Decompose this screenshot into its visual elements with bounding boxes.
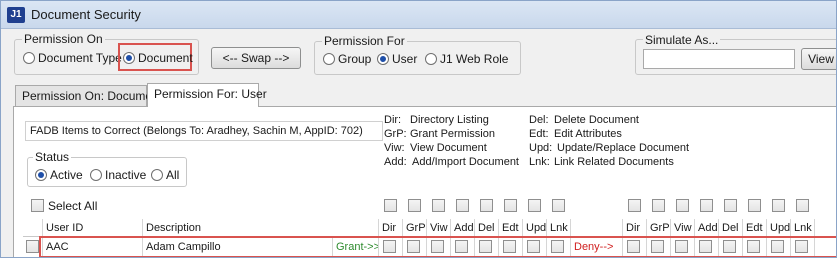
header-grant-viw: Viw bbox=[427, 219, 451, 237]
abbr-code: Add: bbox=[384, 156, 407, 168]
abbr-text: Add/Import Document bbox=[412, 156, 519, 168]
abbr-text: Edit Attributes bbox=[554, 128, 622, 140]
row-highlight bbox=[39, 236, 836, 257]
select-all-deny-dir-checkbox[interactable] bbox=[628, 199, 641, 212]
abbr-text: Directory Listing bbox=[410, 114, 489, 126]
select-all-deny-viw-checkbox[interactable] bbox=[676, 199, 689, 212]
radio-circle bbox=[123, 52, 135, 64]
select-all-label: Select All bbox=[48, 199, 98, 213]
radio-status-all[interactable]: All bbox=[151, 168, 179, 182]
abbr-lnk: Lnk: Link Related Documents bbox=[529, 156, 674, 168]
header-grant-del: Del bbox=[475, 219, 499, 237]
abbr-text: Delete Document bbox=[554, 114, 639, 126]
window-title: Document Security bbox=[31, 7, 141, 22]
abbr-grp: GrP: Grant Permission bbox=[384, 128, 495, 140]
view-button[interactable]: View bbox=[801, 48, 836, 70]
abbr-add: Add: Add/Import Document bbox=[384, 156, 519, 168]
radio-document-type[interactable]: Document Type bbox=[23, 51, 122, 65]
simulate-user-input[interactable] bbox=[643, 49, 795, 69]
select-all-grant-upd-checkbox[interactable] bbox=[528, 199, 541, 212]
simulate-as-legend: Simulate As... bbox=[643, 33, 721, 47]
select-all-deny-edt-checkbox[interactable] bbox=[748, 199, 761, 212]
radio-circle bbox=[35, 169, 47, 181]
select-all-grant-viw-checkbox[interactable] bbox=[432, 199, 445, 212]
abbr-code: Dir: bbox=[384, 114, 402, 126]
select-all-grant-edt-checkbox[interactable] bbox=[504, 199, 517, 212]
radio-circle bbox=[151, 169, 163, 181]
row-select-header bbox=[23, 219, 43, 237]
radio-user[interactable]: User bbox=[377, 52, 417, 66]
app-logo-icon: J1 bbox=[7, 7, 25, 23]
select-all-deny-lnk-checkbox[interactable] bbox=[796, 199, 809, 212]
abbr-code: Edt: bbox=[529, 128, 549, 140]
abbr-text: View Document bbox=[410, 142, 487, 154]
header-deny-grp: GrP bbox=[647, 219, 671, 237]
tab-permission-on-document[interactable]: Permission On: Document bbox=[15, 85, 162, 107]
radio-circle bbox=[377, 53, 389, 65]
header-deny-add: Add bbox=[695, 219, 719, 237]
radio-status-active[interactable]: Active bbox=[35, 168, 83, 182]
radio-circle bbox=[90, 169, 102, 181]
header-grant-upd: Upd bbox=[523, 219, 547, 237]
select-all-grant-del-checkbox[interactable] bbox=[480, 199, 493, 212]
header-description: Description bbox=[143, 219, 379, 237]
select-all-grant-lnk-checkbox[interactable] bbox=[552, 199, 565, 212]
radio-group[interactable]: Group bbox=[323, 52, 371, 66]
radio-status-inactive[interactable]: Inactive bbox=[90, 168, 146, 182]
abbr-code: Upd: bbox=[529, 142, 553, 154]
abbr-dir: Dir: Directory Listing bbox=[384, 114, 489, 126]
status-legend: Status bbox=[33, 150, 72, 164]
abbr-code: Del: bbox=[529, 114, 549, 126]
radio-circle bbox=[425, 53, 437, 65]
select-all-deny-add-checkbox[interactable] bbox=[700, 199, 713, 212]
permission-on-legend: Permission On bbox=[22, 32, 105, 46]
radio-circle bbox=[323, 53, 335, 65]
header-grant-grp: GrP bbox=[403, 219, 427, 237]
header-grant-edt: Edt bbox=[499, 219, 523, 237]
tab-permission-for-user[interactable]: Permission For: User bbox=[147, 83, 267, 107]
abbr-upd: Upd: Update/Replace Document bbox=[529, 142, 689, 154]
header-deny-spacer bbox=[571, 219, 623, 237]
select-all-checkbox[interactable] bbox=[31, 199, 44, 212]
select-all-deny-grp-checkbox[interactable] bbox=[652, 199, 665, 212]
abbr-del: Del: Delete Document bbox=[529, 114, 639, 126]
header-deny-dir: Dir bbox=[623, 219, 647, 237]
radio-circle bbox=[23, 52, 35, 64]
header-deny-viw: Viw bbox=[671, 219, 695, 237]
abbr-text: Link Related Documents bbox=[554, 156, 674, 168]
select-all-deny-del-checkbox[interactable] bbox=[724, 199, 737, 212]
permission-for-legend: Permission For bbox=[322, 34, 407, 48]
abbr-text: Update/Replace Document bbox=[557, 142, 690, 154]
swap-button[interactable]: <-- Swap --> bbox=[211, 47, 301, 69]
select-all-grant-dir-checkbox[interactable] bbox=[384, 199, 397, 212]
header-grant-lnk: Lnk bbox=[547, 219, 571, 237]
abbr-code: Lnk: bbox=[529, 156, 550, 168]
header-deny-upd: Upd bbox=[767, 219, 791, 237]
abbr-edt: Edt: Edit Attributes bbox=[529, 128, 622, 140]
document-security-window: J1 Document Security Permission On Docum… bbox=[0, 0, 837, 258]
header-user-id: User ID bbox=[43, 219, 143, 237]
select-all-grant-grp-checkbox[interactable] bbox=[408, 199, 421, 212]
document-info-box: FADB Items to Correct (Belongs To: Aradh… bbox=[25, 121, 383, 141]
header-deny-lnk: Lnk bbox=[791, 219, 815, 237]
header-grant-add: Add bbox=[451, 219, 475, 237]
abbr-code: Viw: bbox=[384, 142, 405, 154]
header-deny-del: Del bbox=[719, 219, 743, 237]
title-bar: J1 Document Security bbox=[1, 1, 836, 29]
abbr-text: Grant Permission bbox=[410, 128, 495, 140]
header-grant-dir: Dir bbox=[379, 219, 403, 237]
select-all-deny-upd-checkbox[interactable] bbox=[772, 199, 785, 212]
abbr-code: GrP: bbox=[384, 128, 407, 140]
header-deny-edt: Edt bbox=[743, 219, 767, 237]
select-all-grant-add-checkbox[interactable] bbox=[456, 199, 469, 212]
radio-j1-web-role[interactable]: J1 Web Role bbox=[425, 52, 508, 66]
abbr-viw: Viw: View Document bbox=[384, 142, 487, 154]
radio-document[interactable]: Document bbox=[123, 51, 193, 65]
row-select-checkbox[interactable] bbox=[26, 240, 39, 253]
